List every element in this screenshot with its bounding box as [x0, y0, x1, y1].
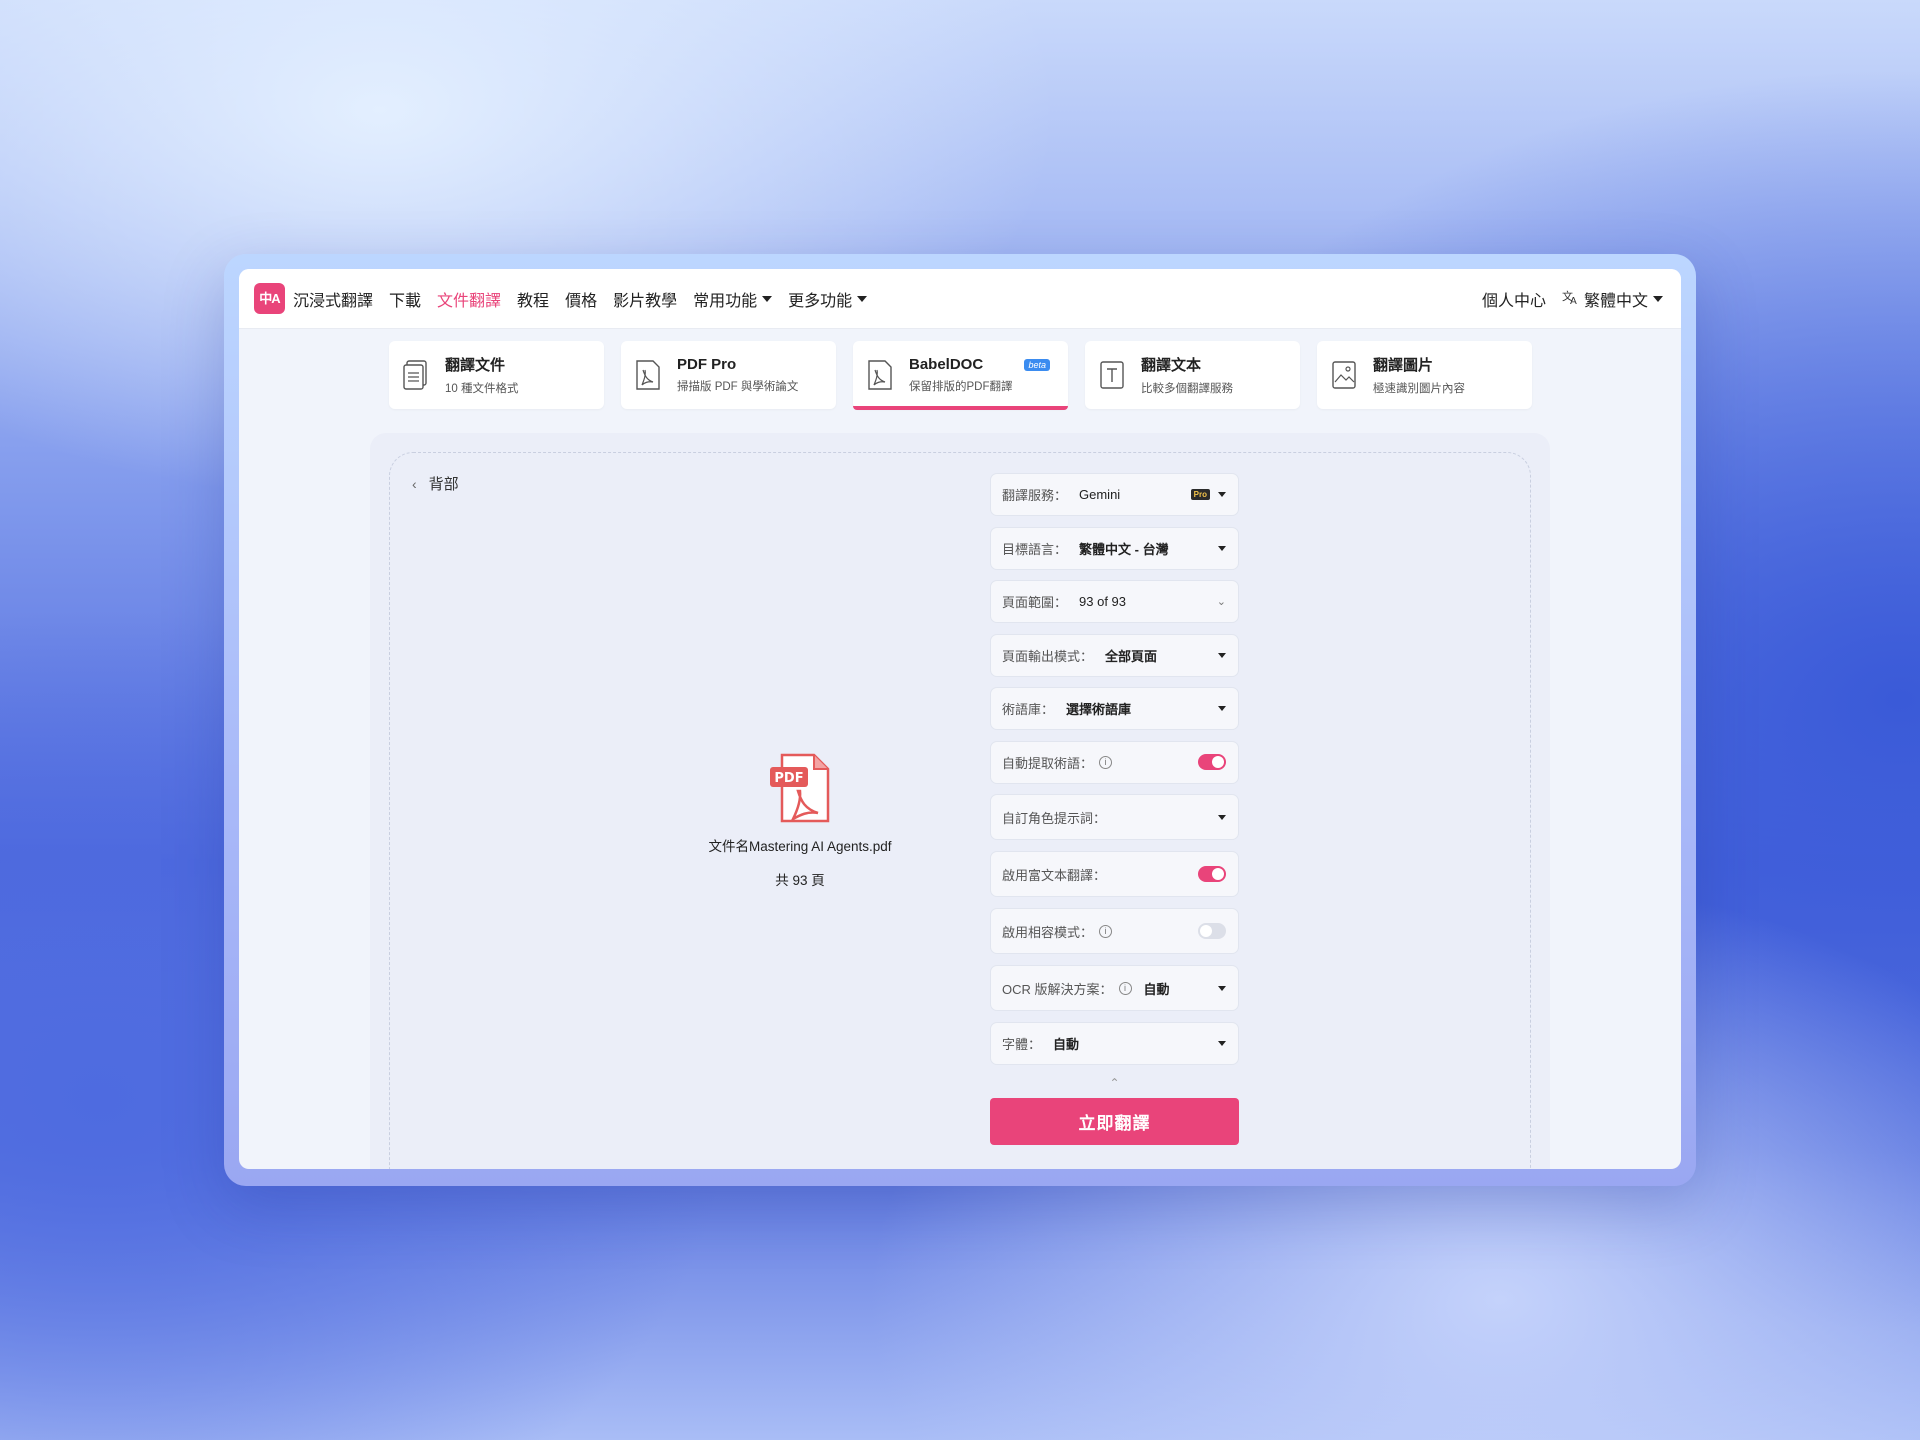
page-count: 共 93 頁 [775, 873, 825, 888]
caret-down-icon [857, 295, 868, 302]
compat-mode-row: 啟用相容模式： i [990, 908, 1239, 954]
pdf-icon [868, 360, 892, 390]
document-icon [403, 360, 427, 390]
nav-document-translate[interactable]: 文件翻譯 [437, 287, 501, 311]
tab-title: PDF Pro [677, 356, 737, 373]
nav-download[interactable]: 下載 [389, 287, 421, 311]
target-language-select[interactable]: 目標語言： 繁體中文 - 台灣 [990, 526, 1239, 570]
image-icon [1332, 361, 1356, 389]
rich-text-toggle[interactable] [1198, 866, 1226, 882]
nav-tutorial[interactable]: 教程 [517, 287, 549, 311]
back-label: 背部 [428, 476, 459, 493]
chevron-left-icon: ‹ [412, 475, 417, 492]
feature-tabs: 翻譯文件 10 種文件格式 PDF Pro 掃描版 PDF 與學術論文 BabelD… [389, 341, 1532, 410]
pdf-file-icon: PDF [770, 753, 830, 823]
caret-down-icon [1218, 706, 1226, 711]
info-icon[interactable]: i [1099, 755, 1113, 769]
translate-now-button[interactable]: 立即翻譯 [990, 1097, 1239, 1145]
tab-title: 翻譯文件 [445, 357, 506, 374]
brand-name[interactable]: 沉浸式翻譯 [293, 287, 373, 311]
nav-more-features[interactable]: 更多功能 [788, 287, 868, 311]
caret-down-icon [1653, 295, 1663, 302]
file-name: 文件名Mastering AI Agents.pdf [708, 839, 892, 854]
translate-icon: 文A [1562, 289, 1580, 309]
caret-down-icon [1218, 985, 1226, 991]
top-nav: 中A 沉浸式翻譯 下載 文件翻譯 教程 價格 影片教學 常用功能 更多功能 個人… [239, 269, 1681, 329]
logo-icon[interactable]: 中A [254, 283, 285, 314]
file-dropzone[interactable]: ‹ 背部 PDF 文件名Mastering AI Agents.pdf 共 93… [389, 452, 1531, 1169]
auto-extract-row: 自動提取術語： i [990, 740, 1239, 784]
caret-down-icon [1218, 814, 1226, 820]
nav-right: 個人中心 文A 繁體中文 [1466, 287, 1663, 311]
caret-down-icon [762, 295, 773, 302]
nav-account[interactable]: 個人中心 [1482, 287, 1546, 311]
language-selector[interactable]: 文A 繁體中文 [1562, 287, 1663, 311]
tab-babeldoc[interactable]: BabelDOC 保留排版的PDF翻譯 beta [853, 341, 1068, 410]
rich-text-row: 啟用富文本翻譯： [990, 851, 1239, 897]
collapse-icon[interactable]: ⌃ [990, 1076, 1239, 1092]
tab-subtitle: 10 種文件格式 [445, 383, 519, 395]
text-icon [1100, 361, 1124, 389]
auto-extract-toggle[interactable] [1198, 754, 1226, 770]
caret-down-icon [1218, 1041, 1226, 1046]
file-info: PDF 文件名Mastering AI Agents.pdf 共 93 頁 [690, 753, 910, 889]
tab-subtitle: 保留排版的PDF翻譯 [909, 381, 1013, 393]
nav-common-features[interactable]: 常用功能 [693, 287, 773, 311]
beta-badge: beta [1024, 359, 1050, 371]
settings-form: 翻譯服務： Gemini Pro 目標語言： 繁體中文 - 台灣 頁面範圍： 9… [990, 473, 1239, 1145]
font-select[interactable]: 字體： 自動 [990, 1022, 1239, 1065]
tab-pdf-pro[interactable]: PDF Pro 掃描版 PDF 與學術論文 [621, 341, 836, 409]
info-icon[interactable]: i [1118, 981, 1132, 995]
translate-panel: ‹ 背部 PDF 文件名Mastering AI Agents.pdf 共 93… [370, 433, 1550, 1169]
caret-down-icon [1218, 492, 1226, 497]
tab-title: 翻譯文本 [1141, 357, 1202, 374]
nav-video-tutorial[interactable]: 影片教學 [613, 287, 677, 311]
tab-translate-image[interactable]: 翻譯圖片極速識別圖片內容 [1317, 341, 1532, 409]
svg-text:A: A [1570, 296, 1577, 305]
browser-window: 中A 沉浸式翻譯 下載 文件翻譯 教程 價格 影片教學 常用功能 更多功能 個人… [239, 269, 1681, 1169]
tab-subtitle: 極速識別圖片內容 [1373, 383, 1465, 395]
back-button[interactable]: ‹ 背部 [412, 473, 459, 494]
pdf-badge-text: PDF [774, 771, 803, 786]
tab-translate-text[interactable]: 翻譯文本比較多個翻譯服務 [1085, 341, 1300, 409]
ocr-select[interactable]: OCR 版解決方案： i 自動 [990, 965, 1239, 1011]
caret-down-icon [1218, 652, 1226, 658]
glossary-select[interactable]: 術語庫： 選擇術語庫 [990, 687, 1239, 730]
tab-subtitle: 比較多個翻譯服務 [1141, 383, 1233, 395]
pdf-icon [636, 360, 660, 390]
info-icon[interactable]: i [1099, 924, 1113, 938]
tab-title: BabelDOC [909, 356, 984, 373]
compat-mode-toggle[interactable] [1198, 923, 1226, 939]
pro-badge: Pro [1190, 489, 1210, 500]
tab-subtitle: 掃描版 PDF 與學術論文 [677, 381, 799, 393]
role-prompt-select[interactable]: 自訂角色提示詞： [990, 794, 1239, 840]
caret-down-icon [1218, 545, 1226, 551]
nav-pricing[interactable]: 價格 [565, 287, 597, 311]
tab-title: 翻譯圖片 [1373, 357, 1434, 374]
page-range-select[interactable]: 頁面範圍： 93 of 93 ⌄ [990, 580, 1239, 623]
chevron-down-icon: ⌄ [1216, 596, 1226, 608]
output-mode-select[interactable]: 頁面輸出模式： 全部頁面 [990, 633, 1239, 677]
service-select[interactable]: 翻譯服務： Gemini Pro [990, 473, 1239, 516]
tab-translate-document[interactable]: 翻譯文件 10 種文件格式 [389, 341, 604, 409]
